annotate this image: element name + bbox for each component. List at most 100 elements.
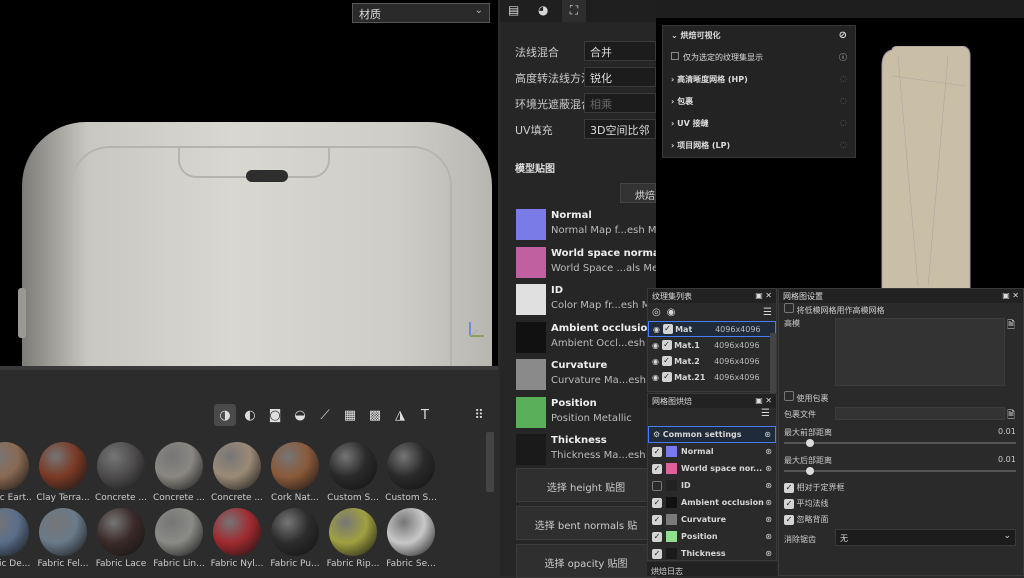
checkbox[interactable] (784, 391, 794, 401)
eye-icon[interactable]: ◉ (652, 373, 659, 382)
material-thumbnail[interactable]: Fabric Se... (384, 508, 438, 569)
link-icon[interactable]: ⊛ (765, 464, 772, 473)
file-icon[interactable]: 🗎 (1007, 408, 1015, 425)
mesh-bake-row[interactable]: ✓ Position ⊛ (648, 528, 776, 545)
average-normals-row[interactable]: ✓ 平均法线 (784, 498, 829, 509)
model-map-item[interactable]: Position Position Metallic (516, 396, 656, 429)
menu-icon[interactable]: ☰ (763, 307, 772, 318)
low-as-high-row[interactable]: 将低模网格用作高模网格 (784, 303, 885, 316)
ao-mix-select[interactable]: 相乘 (584, 93, 656, 113)
model-map-item[interactable]: World space normal World Space ...als Met… (516, 246, 668, 279)
mesh-bake-row[interactable]: ✓ Normal ⊛ (648, 443, 776, 460)
material-thumbnail[interactable]: Fabric Lin... (152, 508, 206, 569)
checkbox[interactable]: ✓ (784, 499, 794, 509)
checkbox[interactable]: ✓ (662, 324, 673, 334)
mesh-bake-row[interactable]: ✓ Curvature ⊛ (648, 511, 776, 528)
model-map-item[interactable]: ID Color Map fr...esh Me (516, 283, 656, 316)
checkbox[interactable]: ✓ (652, 531, 662, 542)
smart-material-icon[interactable]: ◐ (239, 404, 261, 426)
normal-mix-select[interactable]: 合并 (584, 41, 656, 61)
uv-padding-select[interactable]: 3D空间比邻 (584, 119, 656, 139)
material-thumbnail[interactable]: Fabric Fel... (36, 508, 90, 569)
eye-icon[interactable]: ◉ (652, 357, 659, 366)
material-thumbnail[interactable]: Concrete ... (152, 442, 206, 503)
mesh-bake-row[interactable]: ⚙ Common settings ⊛ (648, 426, 776, 443)
material-thumbnail[interactable]: Fabric Nyl... (210, 508, 264, 569)
max-rear-slider-handle[interactable] (806, 467, 814, 475)
material-icon[interactable]: ◑ (214, 404, 236, 426)
use-cage-row[interactable]: 使用包裹 (784, 391, 829, 404)
link-icon[interactable]: ⊛ (765, 498, 772, 507)
checkbox[interactable]: ✓ (784, 483, 794, 493)
texture-set-row[interactable]: ◉ ✓ Mat.1 4096x4096 (648, 337, 776, 353)
brush-icon[interactable]: ⟋ (314, 404, 336, 426)
material-thumbnail[interactable]: Fabric Lace (94, 508, 148, 569)
select-height-map-button[interactable]: 选择 height 贴图 (516, 468, 656, 502)
checkbox[interactable]: ✓ (652, 446, 662, 457)
eye-icon[interactable]: ◌ (840, 118, 847, 132)
ignore-backface-row[interactable]: ✓ 忽略背面 (784, 514, 829, 525)
panel-controls-icon[interactable]: ▣ ✕ (755, 396, 772, 406)
material-thumbnail[interactable]: Cork Nat... (268, 442, 322, 503)
eye-toggle-icon[interactable]: ◎ (652, 307, 661, 318)
max-rear-slider[interactable] (784, 470, 1016, 472)
mesh-bake-row[interactable]: ✓ Ambient occlusion ⊛ (648, 494, 776, 511)
height-to-normal-select[interactable]: 锐化 (584, 67, 656, 87)
checkbox[interactable] (652, 480, 662, 491)
antialias-select[interactable]: 无 ⌄ (835, 529, 1016, 546)
mesh-bake-row[interactable]: ID ⊛ (648, 477, 776, 494)
checkbox[interactable]: ✓ (661, 372, 672, 382)
chevron-right-icon[interactable]: › (671, 119, 674, 128)
visualization-item[interactable]: › 高清晰度网格 (HP) ◌ (663, 70, 855, 92)
material-thumbnail[interactable]: Fabric Rip... (326, 508, 380, 569)
visualization-item[interactable]: › 包裹 ◌ (663, 92, 855, 114)
shelf-scrollbar[interactable] (486, 432, 494, 492)
link-icon[interactable]: ⊛ (765, 515, 772, 524)
model-map-item[interactable]: Normal Normal Map f...esh Me (516, 208, 663, 241)
material-thumbnail[interactable]: Clay Terra... (36, 442, 90, 503)
grid-texture-icon[interactable]: ▩ (364, 404, 386, 426)
material-thumbnail[interactable]: Fabric Pu... (268, 508, 322, 569)
checkbox[interactable]: ✓ (652, 463, 662, 474)
texture-set-settings-icon[interactable]: ▤ (508, 3, 519, 17)
mask-icon[interactable]: ◙ (264, 404, 286, 426)
display-settings-icon[interactable]: ◕ (538, 3, 548, 17)
font-icon[interactable]: T (414, 404, 436, 426)
material-thumbnail[interactable]: Custom S... (384, 442, 438, 503)
max-front-slider[interactable] (784, 442, 1016, 444)
checkbox[interactable]: ✓ (652, 514, 662, 525)
viewport-3d[interactable]: 材质 ⌄ (0, 0, 498, 366)
checkbox[interactable] (784, 303, 794, 313)
checkbox[interactable]: ✓ (652, 548, 662, 559)
model-map-item[interactable]: Curvature Curvature Ma...esh Me (516, 358, 664, 391)
checkbox[interactable]: ✓ (661, 340, 672, 350)
panel-controls-icon[interactable]: ▣ ✕ (1002, 291, 1019, 301)
environment-icon[interactable]: ◮ (389, 404, 411, 426)
texture-set-row[interactable]: ◉ ✓ Mat.21 4096x4096 (648, 369, 776, 385)
model-map-item[interactable]: Thickness Thickness Ma...esh Me (516, 433, 664, 466)
mesh-bake-row[interactable]: ✓ Thickness ⊛ (648, 545, 776, 562)
chevron-right-icon[interactable]: › (671, 97, 674, 106)
checkbox[interactable]: ✓ (784, 515, 794, 525)
chevron-down-icon[interactable]: ⌄ (671, 31, 678, 40)
eye-icon[interactable]: ◉ (652, 341, 659, 350)
viewer-settings-icon[interactable]: ⛶ (562, 0, 586, 22)
select-opacity-button[interactable]: 选择 opacity 贴图 (516, 544, 656, 578)
mesh-bake-row[interactable]: ✓ World space nor... ⊛ (648, 460, 776, 477)
checkbox[interactable] (671, 52, 679, 60)
chevron-right-icon[interactable]: › (671, 141, 674, 150)
material-thumbnail[interactable]: Fabric Eart... (0, 442, 32, 503)
texture-set-scrollbar[interactable] (770, 333, 776, 393)
link-icon[interactable]: ⊛ (765, 549, 772, 558)
eye-icon[interactable]: ◌ (840, 140, 847, 154)
link-icon[interactable]: ⊛ (764, 430, 771, 439)
alpha-icon[interactable]: ▦ (339, 404, 361, 426)
link-icon[interactable]: ⊛ (765, 447, 772, 456)
texture-set-row[interactable]: ◉ ✓ Mat.2 4096x4096 (648, 353, 776, 369)
eye-hidden-icon[interactable]: ⊘ (839, 30, 847, 44)
select-bent-normals-button[interactable]: 选择 bent normals 贴 (516, 506, 656, 540)
menu-icon[interactable]: ☰ (761, 408, 770, 419)
material-thumbnail[interactable]: Custom S... (326, 442, 380, 503)
visualization-item[interactable]: › 项目网格 (LP) ◌ (663, 136, 855, 158)
cage-file-input[interactable] (835, 407, 1005, 420)
